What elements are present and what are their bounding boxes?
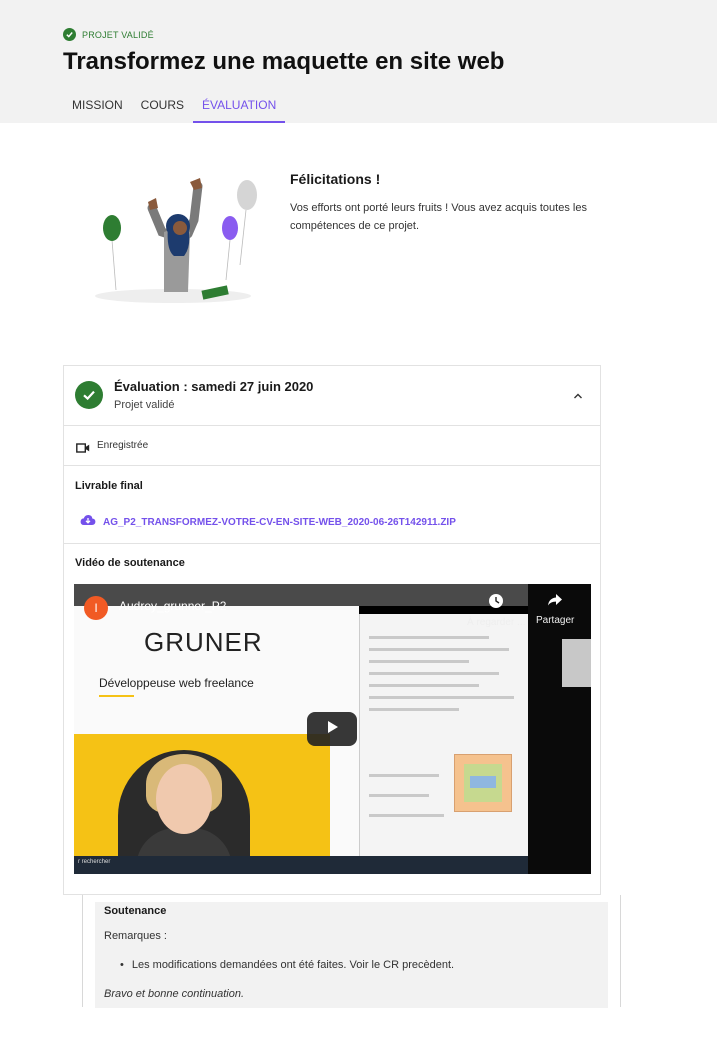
tab-evaluation[interactable]: ÉVALUATION — [193, 90, 286, 123]
page-title: Transformez une maquette en site web — [63, 48, 505, 75]
video-section-title: Vidéo de soutenance — [75, 557, 185, 569]
check-circle-icon — [63, 28, 76, 41]
congrats-title: Félicitations ! — [290, 171, 381, 187]
recording-label: Enregistrée — [97, 440, 149, 451]
divider — [82, 895, 83, 1007]
list-item: • Les modifications demandées ont été fa… — [120, 959, 454, 971]
portrait-face — [156, 764, 212, 834]
play-button[interactable] — [307, 712, 357, 746]
remark-text: Les modifications demandées ont été fait… — [131, 959, 455, 971]
celebration-illustration — [90, 170, 260, 320]
devtools-code-line — [369, 794, 429, 797]
share-button[interactable]: Partager — [536, 593, 574, 626]
soutenance-title: Soutenance — [104, 905, 167, 917]
recording-row: Enregistrée — [64, 426, 600, 466]
deliverable-title: Livrable final — [75, 480, 143, 492]
tab-mission[interactable]: MISSION — [63, 90, 132, 123]
devtools-code-line — [369, 708, 459, 711]
tab-bar: MISSION COURS ÉVALUATION — [63, 90, 286, 123]
channel-avatar[interactable]: I — [84, 596, 108, 620]
devtools-code-line — [369, 684, 479, 687]
clock-icon — [488, 593, 504, 614]
project-header: PROJET VALIDÉ Transformez une maquette e… — [0, 0, 717, 123]
watch-later-button[interactable]: À regarder ... — [467, 593, 525, 628]
watch-later-label: À regarder ... — [467, 617, 526, 628]
evaluation-card: Évaluation : samedi 27 juin 2020 Projet … — [63, 365, 601, 895]
status-badge: PROJET VALIDÉ — [63, 28, 154, 41]
congrats-text: Vos efforts ont porté leurs fruits ! Vou… — [290, 202, 587, 232]
remarks-label: Remarques : — [104, 930, 167, 942]
closing-text: Bravo et bonne continuation. — [104, 988, 245, 1000]
play-icon — [324, 719, 340, 740]
share-arrow-icon — [547, 593, 563, 612]
tab-cours[interactable]: COURS — [132, 90, 193, 123]
evaluation-status: Projet validé — [114, 399, 175, 411]
video-title[interactable]: Audrey_grunner_P2 — [119, 599, 226, 613]
video-side-thumbnail — [562, 639, 591, 687]
deliverable-link-text[interactable]: AG_P2_TRANSFORMEZ-VOTRE-CV-EN-SITE-WEB_2… — [103, 517, 456, 528]
evaluation-title: Évaluation : samedi 27 juin 2020 — [114, 379, 314, 394]
video-camera-icon — [76, 440, 90, 458]
bullet-icon: • — [120, 959, 124, 971]
deliverable-section: Livrable final AG_P2_TRANSFORMEZ-VOTRE-C… — [64, 466, 600, 544]
devtools-code-line — [369, 648, 509, 651]
devtools-code-line — [369, 672, 499, 675]
video-frame-heading: GRUNER — [144, 627, 263, 657]
soutenance-panel: Soutenance Remarques : • Les modificatio… — [95, 902, 608, 1008]
video-frame-taskbar: r rechercher — [74, 856, 528, 874]
video-frame-underline — [99, 695, 134, 697]
status-badge-label: PROJET VALIDÉ — [82, 29, 154, 40]
devtools-code-line — [369, 696, 514, 699]
video-player[interactable]: GRUNER Développeuse web freelance r rech… — [74, 584, 591, 874]
deliverable-download-link[interactable]: AG_P2_TRANSFORMEZ-VOTRE-CV-EN-SITE-WEB_2… — [80, 513, 456, 531]
chevron-up-icon[interactable] — [572, 389, 584, 401]
share-label: Partager — [536, 615, 575, 626]
devtools-code-line — [369, 774, 439, 777]
devtools-box-model — [454, 754, 512, 812]
evaluation-header[interactable]: Évaluation : samedi 27 juin 2020 Projet … — [64, 366, 600, 426]
divider — [620, 895, 621, 1007]
cloud-download-icon — [80, 513, 96, 531]
devtools-code-line — [369, 814, 444, 817]
devtools-code-line — [369, 636, 489, 639]
video-side-strip — [528, 584, 591, 874]
taskbar-search-text: r rechercher — [78, 859, 111, 865]
devtools-code-line — [369, 660, 469, 663]
video-frame-subheading: Développeuse web freelance — [99, 676, 254, 690]
check-circle-icon — [75, 381, 103, 409]
